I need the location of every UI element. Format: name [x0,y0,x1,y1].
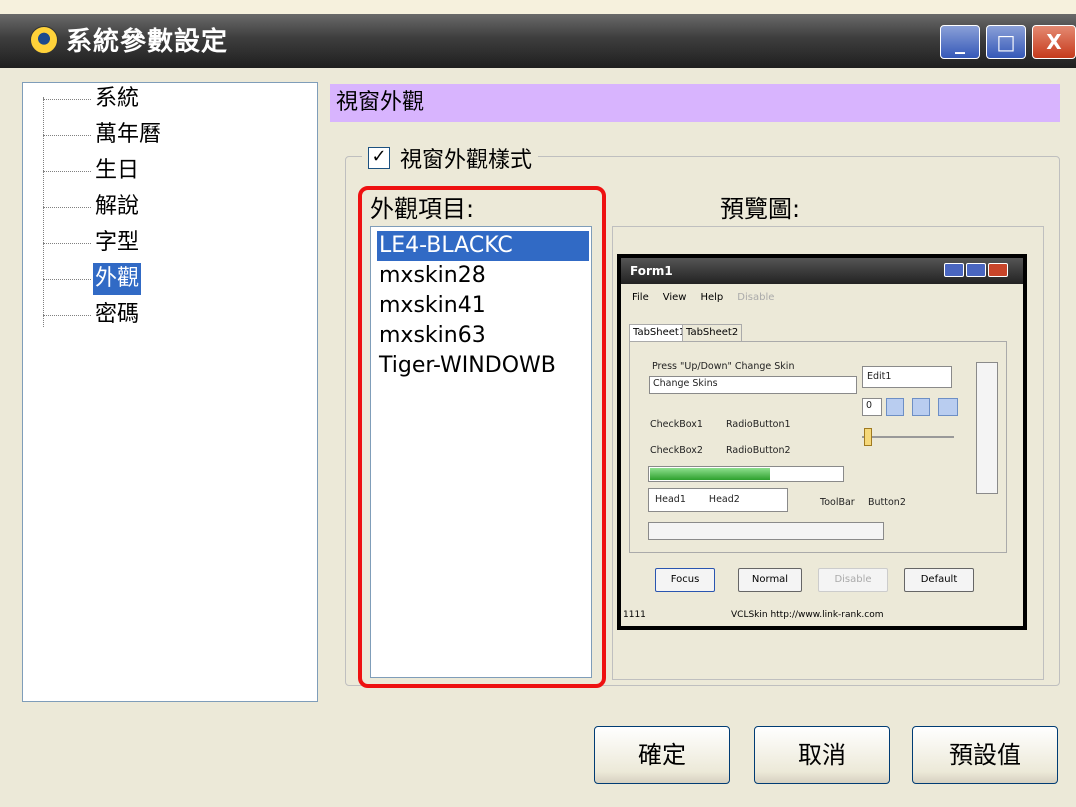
preview-scrollbar [976,362,998,494]
tree-item-explanation[interactable]: 解說 [93,191,141,223]
preview-label: 預覽圖: [720,195,801,223]
preview-slider [862,436,954,438]
preview-tab-1: TabSheet1 [629,324,690,342]
preview-minimize-icon [944,263,964,277]
preview-hint: Press "Up/Down" Change Skin [652,361,795,372]
preview-tab-2: TabSheet2 [682,324,743,342]
preview-progress-fill [650,468,770,480]
tree-connector [43,243,91,244]
tree-connector [43,171,91,172]
preview-menu-help: Help [700,292,724,303]
preview-combo: Change Skins [649,376,857,394]
tree-connector [43,97,44,327]
appearance-style-checkbox[interactable]: ✓ [368,147,390,169]
preview-edit: Edit1 [862,366,952,388]
tree-item-appearance[interactable]: 外觀 [93,263,142,295]
highlight-annotation [358,186,606,688]
tree-connector [43,207,91,208]
preview-radio2: RadioButton2 [726,445,791,456]
preview-focus-button: Focus [655,568,715,592]
preview-hscrollbar [648,522,884,540]
ok-button[interactable]: 確定 [594,726,730,784]
section-title: 視窗外觀 [336,90,425,115]
preview-checkbox1: CheckBox1 [650,419,703,430]
window-title: 系統參數設定 [66,27,229,57]
preview-close-icon [988,263,1008,277]
preview-status-text: VCLSkin http://www.link-rank.com [731,610,884,620]
preview-status-bar: 1111 VCLSkin http://www.link-rank.com [621,605,1023,625]
tree-item-font[interactable]: 字型 [93,227,141,259]
check-icon: ✓ [371,146,387,167]
preview-slider-thumb [864,428,872,446]
close-button[interactable]: X [1032,25,1076,59]
preview-header2: Head2 [708,494,740,505]
minimize-icon: _ [955,30,965,54]
preview-menu-file: File [632,292,649,303]
preview-spin: 0 [862,398,882,416]
minimize-button[interactable]: _ [940,25,980,59]
preview-leftright-icon [938,398,958,416]
preview-progress [648,466,844,482]
maximize-button[interactable]: □ [986,25,1026,59]
tree-item-password[interactable]: 密碼 [93,299,141,331]
close-icon: X [1046,30,1062,54]
preview-toolbar-button: Button2 [868,497,906,508]
maximize-icon: □ [996,30,1016,54]
preview-radio1: RadioButton1 [726,419,791,430]
preview-maximize-icon [966,263,986,277]
section-header: 視窗外觀 [330,84,1060,122]
app-icon [30,26,58,54]
preview-menu-view: View [662,292,687,303]
preview-header-control: Head1 Head2 [648,488,788,512]
settings-tree[interactable]: 系統 萬年曆 生日 解說 字型 外觀 密碼 [22,82,318,702]
preview-updown-icon [912,398,930,416]
preview-default-button: Default [904,568,974,592]
tree-connector [43,279,91,280]
top-strip [0,0,1076,14]
preview-form-title: Form1 [630,264,673,278]
tree-connector [43,99,91,100]
preview-menu-bar: File View Help Disable [632,290,774,306]
tree-item-system[interactable]: 系統 [93,83,141,115]
preview-checkbox2: CheckBox2 [650,445,703,456]
cancel-button[interactable]: 取消 [754,726,890,784]
preview-status-left: 1111 [623,610,646,620]
preview-menu-disable: Disable [737,292,775,303]
appearance-style-label: 視窗外觀樣式 [400,148,533,173]
preview-toolbar-label: ToolBar [820,497,855,508]
tree-connector [43,315,91,316]
preview-header1: Head1 [655,494,686,505]
preview-normal-button: Normal [738,568,802,592]
tree-connector [43,135,91,136]
preview-disable-button: Disable [818,568,888,592]
tree-item-birthday[interactable]: 生日 [93,155,141,187]
preview-spin-icon [886,398,904,416]
default-button[interactable]: 預設值 [912,726,1058,784]
tree-item-calendar[interactable]: 萬年曆 [93,119,163,151]
appearance-style-toggle[interactable]: ✓ 視窗外觀樣式 [362,142,539,174]
